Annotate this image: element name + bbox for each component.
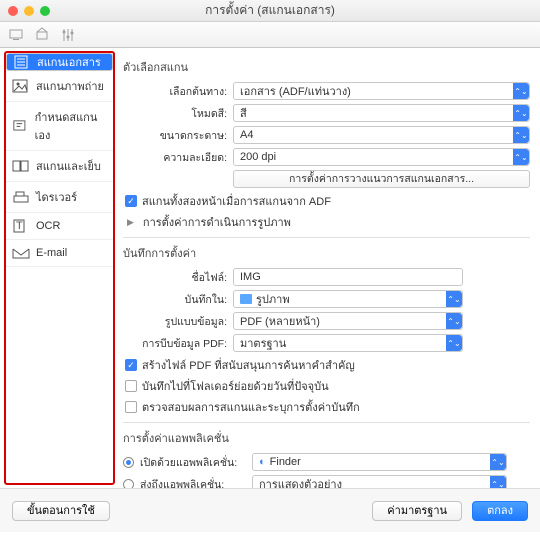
filename-input[interactable]: IMG — [233, 268, 463, 286]
compression-label: การบีบข้อมูล PDF: — [123, 335, 233, 352]
document-icon — [13, 55, 31, 69]
defaults-button[interactable]: ค่ามาตรฐาน — [372, 501, 462, 521]
chevron-updown-icon: ⌃⌄ — [490, 476, 506, 488]
date-subfolder-checkbox[interactable] — [125, 380, 137, 392]
svg-text:T: T — [16, 220, 23, 232]
filename-label: ชื่อไฟล์: — [123, 269, 233, 286]
photo-icon — [12, 79, 30, 93]
chevron-updown-icon: ⌃⌄ — [446, 335, 462, 351]
pdf-searchable-checkbox[interactable]: ✓ — [125, 359, 137, 371]
sidebar-item-custom-scan[interactable]: กำหนดสแกนเอง — [6, 102, 113, 151]
sidebar-item-scan-stitch[interactable]: สแกนและเย็บ — [6, 151, 113, 182]
chevron-updown-icon: ⌃⌄ — [513, 149, 529, 165]
sidebar-item-label: กำหนดสแกนเอง — [35, 108, 107, 144]
settings-icon[interactable] — [60, 27, 76, 43]
send-to-app-select[interactable]: การแสดงตัวอย่าง⌃⌄ — [252, 475, 507, 488]
toolbar — [0, 22, 540, 48]
chevron-updown-icon: ⌃⌄ — [513, 83, 529, 99]
custom-icon — [12, 119, 29, 133]
send-to-app-label: ส่งถึงแอพพลิเคชั่น: — [140, 476, 246, 489]
color-label: โหมดสี: — [123, 105, 233, 122]
chevron-updown-icon: ⌃⌄ — [513, 105, 529, 121]
folder-label: บันทึกใน: — [123, 291, 233, 308]
paper-label: ขนาดกระดาษ: — [123, 127, 233, 144]
titlebar: การตั้งค่า (สแกนเอกสาร) — [0, 0, 540, 22]
chevron-updown-icon: ⌃⌄ — [446, 313, 462, 329]
email-icon — [12, 246, 30, 260]
resolution-label: ความละเอียด: — [123, 149, 233, 166]
compression-select[interactable]: มาตรฐาน⌃⌄ — [233, 334, 463, 352]
content-pane: ตัวเลือกสแกน เลือกต้นทาง: เอกสาร (ADF/แท… — [117, 48, 540, 488]
scan-options-title: ตัวเลือกสแกน — [123, 58, 530, 76]
source-label: เลือกต้นทาง: — [123, 83, 233, 100]
paper-select[interactable]: A4⌃⌄ — [233, 126, 530, 144]
sidebar-item-label: สแกนเอกสาร — [37, 53, 101, 71]
scan-from-pc-icon[interactable] — [8, 27, 24, 43]
sidebar-item-label: สแกนภาพถ่าย — [36, 77, 104, 95]
sidebar-item-label: OCR — [36, 220, 60, 232]
sidebar-item-label: ไดรเวอร์ — [36, 188, 77, 206]
instructions-button[interactable]: ขั้นตอนการใช้ — [12, 501, 110, 521]
sidebar-item-email[interactable]: E-mail — [6, 240, 113, 267]
stitch-icon — [12, 159, 30, 173]
folder-icon — [240, 294, 252, 304]
open-with-app-radio[interactable] — [123, 457, 134, 468]
color-select[interactable]: สี⌃⌄ — [233, 104, 530, 122]
format-select[interactable]: PDF (หลายหน้า)⌃⌄ — [233, 312, 463, 330]
send-to-app-radio[interactable] — [123, 479, 134, 489]
chevron-updown-icon: ⌃⌄ — [490, 454, 506, 470]
scan-from-panel-icon[interactable] — [34, 27, 50, 43]
format-label: รูปแบบข้อมูล: — [123, 313, 233, 330]
orientation-settings-button[interactable]: การตั้งค่าการวางแนวการสแกนเอกสาร... — [233, 170, 530, 188]
disclosure-triangle-icon[interactable]: ▶ — [127, 217, 134, 228]
sidebar-item-scan-document[interactable]: สแกนเอกสาร — [6, 53, 113, 71]
sidebar-item-ocr[interactable]: T OCR — [6, 213, 113, 240]
chevron-updown-icon: ⌃⌄ — [513, 127, 529, 143]
app-settings-title: การตั้งค่าแอพพลิเคชั่น — [123, 429, 530, 447]
save-settings-title: บันทึกการตั้งค่า — [123, 244, 530, 262]
source-select[interactable]: เอกสาร (ADF/แท่นวาง)⌃⌄ — [233, 82, 530, 100]
sidebar-item-label: E-mail — [36, 247, 67, 259]
window-title: การตั้งค่า (สแกนเอกสาร) — [0, 1, 540, 20]
chevron-updown-icon: ⌃⌄ — [446, 291, 462, 307]
sidebar: สแกนเอกสาร สแกนภาพถ่าย กำหนดสแกนเอง สแกน… — [4, 51, 115, 485]
footer: ขั้นตอนการใช้ ค่ามาตรฐาน ตกลง — [0, 488, 540, 532]
sidebar-item-label: สแกนและเย็บ — [36, 157, 101, 175]
image-processing-label: การตั้งค่าการดำเนินการรูปภาพ — [143, 213, 291, 231]
driver-icon — [12, 190, 30, 204]
verify-results-label: ตรวจสอบผลการสแกนและระบุการตั้งค่าบันทึก — [142, 398, 360, 416]
sidebar-item-scan-photo[interactable]: สแกนภาพถ่าย — [6, 71, 113, 102]
open-with-app-label: เปิดด้วยแอพพลิเคชั่น: — [140, 454, 246, 471]
adf-both-sides-label: สแกนทั้งสองหน้าเมื่อการสแกนจาก ADF — [142, 192, 331, 210]
verify-results-checkbox[interactable] — [125, 401, 137, 413]
adf-both-sides-checkbox[interactable]: ✓ — [125, 195, 137, 207]
ok-button[interactable]: ตกลง — [472, 501, 528, 521]
open-with-app-select[interactable]: ◐Finder⌃⌄ — [252, 453, 507, 471]
finder-icon: ◐ — [259, 456, 266, 468]
pdf-searchable-label: สร้างไฟล์ PDF ที่สนับสนุนการค้นหาคำสำคัญ — [142, 356, 355, 374]
sidebar-item-driver[interactable]: ไดรเวอร์ — [6, 182, 113, 213]
folder-select[interactable]: รูปภาพ⌃⌄ — [233, 290, 463, 308]
resolution-select[interactable]: 200 dpi⌃⌄ — [233, 148, 530, 166]
ocr-icon: T — [12, 219, 30, 233]
date-subfolder-label: บันทึกไปที่โฟลเดอร์ย่อยด้วยวันที่ปัจจุบั… — [142, 377, 329, 395]
